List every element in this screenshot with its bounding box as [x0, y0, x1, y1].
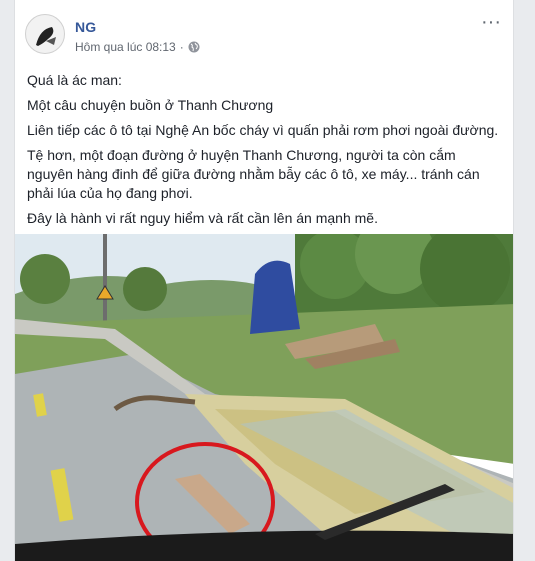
author-avatar[interactable] [25, 14, 65, 54]
author-name[interactable]: NG [75, 19, 96, 35]
post-paragraph: Đây là hành vi rất nguy hiểm và rất cần … [27, 210, 378, 226]
post-paragraph: Liên tiếp các ô tô tại Nghệ An bốc cháy … [27, 122, 499, 138]
post-timestamp[interactable]: Hôm qua lúc 08:13 [75, 40, 176, 54]
meta-separator: · [179, 40, 184, 54]
post-meta: Hôm qua lúc 08:13 · [75, 40, 200, 54]
post-paragraph: Quá là ác man: [27, 72, 122, 88]
post-photo[interactable] [15, 234, 513, 561]
more-options-icon[interactable]: ··· [481, 12, 501, 32]
post-body: Quá là ác man: Một câu chuyện buồn ở Tha… [27, 64, 503, 234]
globe-icon[interactable] [188, 41, 200, 53]
post-header: NG Hôm qua lúc 08:13 · ··· [15, 0, 513, 64]
post-card: NG Hôm qua lúc 08:13 · ··· Quá là ác man… [14, 0, 514, 561]
post-paragraph: Một câu chuyện buồn ở Thanh Chương [27, 97, 274, 113]
post-paragraph: Tệ hơn, một đoạn đường ở huyện Thanh Chư… [27, 147, 480, 201]
road-scene-image [15, 234, 513, 561]
